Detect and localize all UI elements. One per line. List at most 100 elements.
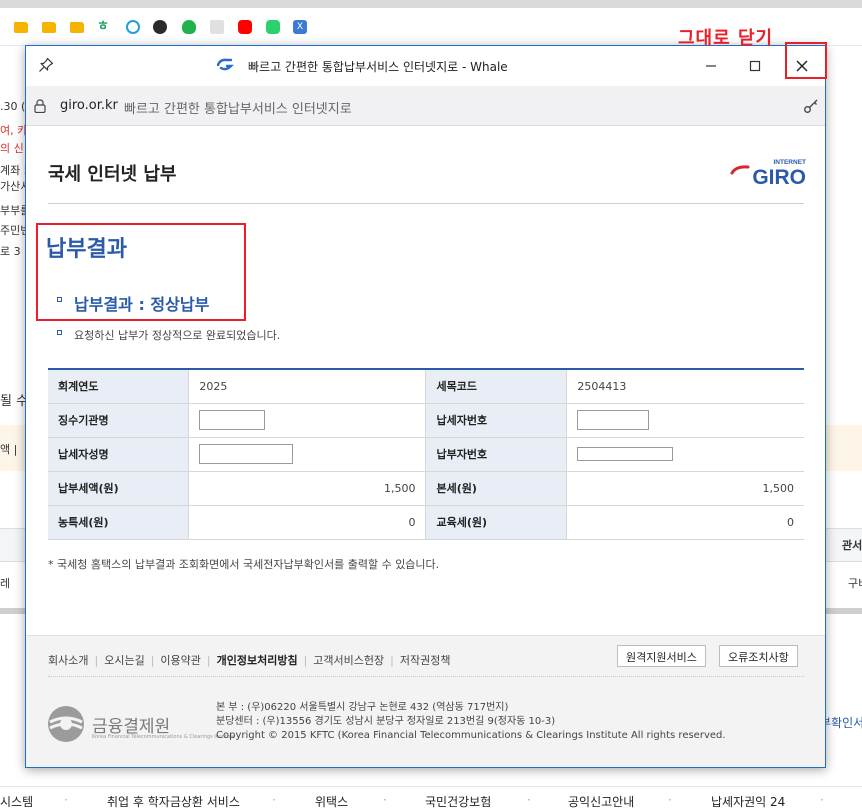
table-header-cell: 농특세(원): [48, 505, 190, 540]
footer-sep: |: [94, 654, 99, 667]
error-help-button[interactable]: 오류조치사항: [719, 645, 798, 667]
giro-favicon-icon: [216, 58, 234, 71]
footer-link-copyright[interactable]: 저작권정책: [400, 654, 451, 667]
background-link[interactable]: 부확인서: [820, 714, 862, 731]
table-header-cell: 납부세액(원): [48, 471, 190, 506]
footer-sep: |: [303, 654, 308, 667]
kftc-logo-icon: [48, 706, 84, 742]
bottom-nav-sep: ·: [64, 793, 68, 807]
kftc-english-name: Korea Financial Telecommunications & Cle…: [92, 734, 236, 740]
footer-address-branch: 분당센터 : (우)13556 경기도 성남시 분당구 정자일로 213번길 9…: [216, 716, 556, 727]
bullet-icon: [57, 330, 62, 335]
bookmark-globe-icon[interactable]: [153, 20, 167, 34]
background-top-bar: [0, 0, 862, 8]
footer-link-charter[interactable]: 고객서비스헌장: [313, 654, 384, 667]
table-header-cell: 납세자번호: [425, 403, 568, 438]
giro-popup-window: 빠르고 간편한 통합납부서비스 인터넷지로 - Whale giro.or.kr…: [25, 45, 826, 768]
table-header-cell: 징수기관명: [48, 403, 190, 438]
table-header-cell: 교육세(원): [425, 505, 568, 540]
redacted-box: [199, 444, 294, 464]
footer-link-terms[interactable]: 이용약관: [160, 654, 200, 667]
background-text: 의 신: [0, 142, 24, 155]
taxpayer-name-value: [188, 437, 427, 472]
bookmark-grid-icon[interactable]: [210, 20, 224, 34]
bottom-nav-item[interactable]: 공익신고안내: [568, 793, 634, 810]
footer-links: 회사소개 | 오시는길 | 이용약관 | 개인정보처리방침 | 고객서비스헌장 | 저작권정책: [48, 652, 450, 668]
background-text: 레: [0, 577, 11, 590]
annotation-close-box: [785, 42, 827, 79]
giro-logo: INTERNET GIRO: [730, 159, 807, 185]
giro-logo-main: GIRO: [752, 166, 806, 185]
bookmark-x-icon[interactable]: X: [293, 20, 307, 34]
background-text: 관서: [842, 539, 862, 552]
bookmark-hometax-icon[interactable]: ㅎ: [97, 20, 111, 34]
tax-code-value: 2504413: [566, 369, 804, 404]
table-row: 납부세액(원) 1,500 본세(원) 1,500: [48, 471, 804, 506]
lock-icon[interactable]: [34, 99, 46, 113]
pin-icon[interactable]: [38, 57, 54, 73]
bottom-nav-sep: ·: [527, 793, 531, 807]
footer-link-about[interactable]: 회사소개: [48, 654, 88, 667]
payment-amount-value: 1,500: [188, 471, 427, 506]
remote-support-button[interactable]: 원격지원서비스: [617, 645, 706, 667]
education-tax-value: 0: [566, 505, 804, 540]
bookmark-folder-icon[interactable]: [70, 22, 84, 33]
background-bottom-nav: 시스템 · 취업 후 학자금상환 서비스 · 위택스 · 국민건강보험 · 공익…: [0, 786, 862, 812]
bottom-nav-item[interactable]: 취업 후 학자금상환 서비스: [107, 793, 240, 810]
address-domain: giro.or.kr: [60, 98, 118, 113]
footer-link-directions[interactable]: 오시는길: [104, 654, 144, 667]
bookmark-circle-icon[interactable]: [126, 20, 140, 34]
table-row: 징수기관명 납세자번호: [48, 403, 804, 438]
bottom-nav-item[interactable]: 국민건강보험: [425, 793, 491, 810]
background-text: 여, 카: [0, 124, 28, 137]
page-heading: 국세 인터넷 납부: [48, 164, 177, 185]
background-text: 액 |: [0, 443, 18, 456]
bottom-nav-item[interactable]: 납세자권익 24: [711, 793, 785, 810]
payer-number-value: [566, 437, 804, 472]
key-icon[interactable]: [803, 98, 819, 114]
background-text: 구비: [848, 577, 862, 590]
rural-tax-value: 0: [188, 505, 427, 540]
giro-logo-top: INTERNET: [774, 159, 807, 166]
bottom-nav-sep: ·: [383, 793, 387, 807]
redacted-box: [577, 410, 650, 430]
table-row: 납세자성명 납부자번호: [48, 437, 804, 472]
payment-info-table: 회계연도 2025 세목코드 2504413 징수기관명 납세자번호 납세자성명…: [48, 368, 804, 540]
fiscal-year-value: 2025: [188, 369, 427, 404]
table-header-cell: 납부자번호: [425, 437, 568, 472]
bottom-nav-item[interactable]: 시스템: [0, 793, 33, 810]
footer-sep: |: [206, 654, 211, 667]
annotation-close-label: 그대로 닫기: [678, 28, 774, 49]
background-text: 로 3: [0, 245, 21, 258]
bookmark-chat-icon[interactable]: [266, 20, 280, 34]
window-titlebar[interactable]: 빠르고 간편한 통합납부서비스 인터넷지로 - Whale: [26, 46, 825, 86]
completion-message: 요청하신 납부가 정상적으로 완료되었습니다.: [74, 329, 281, 342]
minimize-icon[interactable]: [696, 54, 726, 78]
table-header-cell: 본세(원): [425, 471, 568, 506]
window-title: 빠르고 간편한 통합납부서비스 인터넷지로 - Whale: [248, 60, 508, 74]
background-text: 될 수: [0, 394, 29, 409]
footer-link-privacy[interactable]: 개인정보처리방침: [217, 654, 298, 667]
base-tax-value: 1,500: [566, 471, 804, 506]
bookmark-youtube-icon[interactable]: [238, 20, 252, 34]
footer-copyright: Copyright © 2015 KFTC (Korea Financial T…: [216, 730, 726, 741]
agency-value: [188, 403, 427, 438]
footer-address-main: 본 부 : (우)06220 서울특별시 강남구 논현로 432 (역삼동 71…: [216, 702, 509, 713]
heading-divider: [48, 203, 804, 204]
background-text: .30 (: [0, 100, 26, 113]
footer: 회사소개 | 오시는길 | 이용약관 | 개인정보처리방침 | 고객서비스헌장 | 저작권정책 원격…: [26, 635, 825, 767]
table-row: 농특세(원) 0 교육세(원) 0: [48, 505, 804, 540]
address-page-title: 빠르고 간편한 통합납부서비스 인터넷지로: [124, 102, 352, 117]
footer-sep: |: [150, 654, 155, 667]
bookmark-folder-icon[interactable]: [14, 22, 28, 33]
bottom-nav-sep: ·: [820, 793, 824, 807]
address-bar[interactable]: giro.or.kr 빠르고 간편한 통합납부서비스 인터넷지로: [26, 86, 825, 126]
bottom-nav-item[interactable]: 위택스: [315, 793, 348, 810]
redacted-box: [577, 447, 674, 461]
bookmark-folder-icon[interactable]: [42, 22, 56, 33]
taxpayer-number-value: [566, 403, 804, 438]
redacted-box: [199, 410, 266, 430]
table-header-cell: 납세자성명: [48, 437, 190, 472]
bookmark-leaf-icon[interactable]: [182, 20, 196, 34]
maximize-icon[interactable]: [740, 54, 770, 78]
